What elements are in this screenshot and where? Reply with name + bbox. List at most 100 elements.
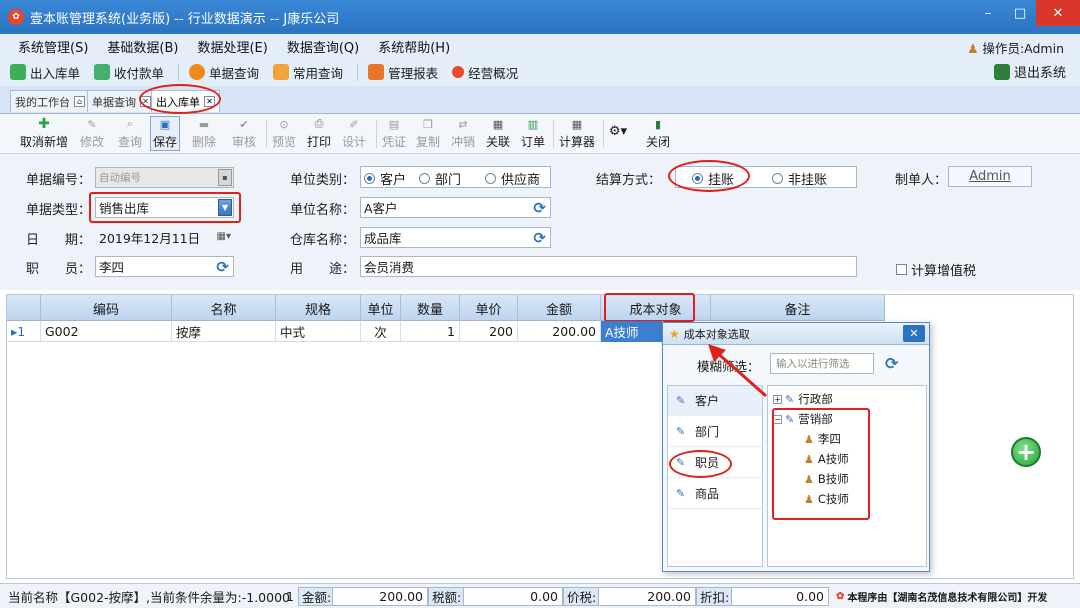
cell-code[interactable]: G002 <box>41 321 172 342</box>
minimize-button[interactable]: – <box>972 0 1004 26</box>
menu-system[interactable]: 系统管理(S) <box>18 37 88 56</box>
pen-icon: ✎ <box>676 424 686 438</box>
save-button[interactable]: ▣ 保存 <box>150 116 181 151</box>
unit-type-customer-radio[interactable]: 客户 <box>364 169 406 188</box>
edit-button[interactable]: ✎ 修改 <box>80 117 104 150</box>
pen-icon: ✎ <box>785 392 795 406</box>
quick-reports[interactable]: 管理报表 <box>368 63 438 82</box>
tax-value: 0.00 <box>463 587 563 606</box>
vat-checkbox[interactable]: 计算增值税 <box>896 260 976 279</box>
cell-name[interactable]: 按摩 <box>172 321 276 342</box>
highlight-doc-type-box <box>89 192 241 223</box>
refresh-icon[interactable]: ⟳ <box>216 259 229 275</box>
menu-bar: 系统管理(S) 基础数据(B) 数据处理(E) 数据查询(Q) 系统帮助(H) … <box>0 34 1080 58</box>
col-header-unit[interactable]: 单位 <box>361 295 401 321</box>
menu-data-process[interactable]: 数据处理(E) <box>197 37 267 56</box>
menu-data-query[interactable]: 数据查询(Q) <box>287 37 359 56</box>
category-goods[interactable]: ✎ 商品 <box>668 479 762 509</box>
status-bar: 当前名称【G002-按摩】,当前条件余量为:-1.0000 1 金额: 200.… <box>0 583 1080 608</box>
calculator-icon: ▦ <box>571 117 583 131</box>
order-button[interactable]: ▥ 订单 <box>521 117 545 150</box>
vendor-credit: ✿ 本程序由【湖南名茂信息技术有限公司】开发 <box>836 591 1048 604</box>
operator-label: ♟ 操作员:Admin <box>967 41 1064 56</box>
quick-common-query[interactable]: 常用查询 <box>273 63 343 82</box>
doc-toolbar: ✚ 取消新增 ✎ 修改 ⌕ 查询 ▣ 保存 ▬ 删除 ✔ 审核 ⊙ 预览 ⎙ 打印 ✐ 设计 ▤ 凭… <box>0 114 1080 154</box>
delete-button[interactable]: ▬ 删除 <box>192 117 216 150</box>
cell-unit[interactable]: 次 <box>361 321 401 342</box>
staff-input[interactable]: 李四 ⟳ <box>95 256 234 277</box>
maker-label: 制单人： <box>895 173 948 188</box>
quick-overview[interactable]: 经营概况 <box>452 63 518 82</box>
door-icon: ▮ <box>654 117 662 131</box>
maximize-button[interactable]: □ <box>1004 0 1036 26</box>
chart-icon <box>273 64 290 80</box>
voucher-button[interactable]: ▤ 凭证 <box>382 117 406 150</box>
cell-cost[interactable]: A技师 <box>601 321 663 342</box>
col-header-price[interactable]: 单价 <box>460 295 518 321</box>
col-header-note[interactable]: 备注 <box>711 295 885 321</box>
price-tax-value: 200.00 <box>598 587 696 606</box>
refresh-icon[interactable]: ⟳ <box>533 230 546 246</box>
calculator-button[interactable]: ▦ 计算器 <box>559 117 595 150</box>
cell-spec[interactable]: 中式 <box>276 321 361 342</box>
unit-type-dept-radio[interactable]: 部门 <box>419 169 461 188</box>
calendar-icon[interactable]: ▦▾ <box>217 231 231 242</box>
quick-doc-query[interactable]: 单据查询 <box>189 63 259 82</box>
close-window-button[interactable]: ✕ <box>1036 0 1080 26</box>
price-tax-label: 价税: <box>563 587 601 606</box>
query-button[interactable]: ⌕ 查询 <box>118 117 142 150</box>
design-button[interactable]: ✐ 设计 <box>342 117 366 150</box>
menu-basic-data[interactable]: 基础数据(B) <box>107 37 178 56</box>
reverse-button[interactable]: ⇄ 冲销 <box>451 117 475 150</box>
unit-name-input[interactable]: A客户 ⟳ <box>360 197 551 218</box>
menu-help[interactable]: 系统帮助(H) <box>378 37 450 56</box>
expand-icon[interactable]: + <box>773 394 782 404</box>
col-header-qty[interactable]: 数量 <box>401 295 460 321</box>
title-bar: ✿ 壹本账管理系统(业务版) -- 行业数据演示 -- J康乐公司 – □ ✕ <box>0 0 1080 34</box>
close-doc-button[interactable]: ▮ 关闭 <box>646 117 670 150</box>
settle-noncredit-radio[interactable]: 非挂账 <box>772 169 827 188</box>
link-button[interactable]: ▦ 关联 <box>486 117 510 150</box>
quick-toolbar: 出入库单 收付款单 单据查询 常用查询 管理报表 经营概况 退出系统 <box>0 58 1080 86</box>
category-list: ✎ 客户 ✎ 部门 ✎ 职员 ✎ 商品 <box>667 385 763 567</box>
date-picker[interactable]: 2019年12月11日 ▦▾ <box>95 227 234 248</box>
copy-button[interactable]: ❐ 复制 <box>416 117 440 150</box>
unit-type-supplier-radio[interactable]: 供应商 <box>485 169 540 188</box>
cell-qty[interactable]: 1 <box>401 321 460 342</box>
print-button[interactable]: ⎙ 打印 <box>307 117 331 150</box>
cell-price[interactable]: 200 <box>460 321 518 342</box>
annotation-arrow <box>708 344 767 398</box>
refresh-icon[interactable]: ⟳ <box>885 354 898 373</box>
exit-icon <box>993 63 1010 80</box>
col-header-amount[interactable]: 金额 <box>518 295 601 321</box>
status-current-item: 当前名称【G002-按摩】,当前条件余量为:-1.0000 <box>8 590 290 605</box>
highlight-settle-oval <box>668 160 750 192</box>
tree-node-admin-dept[interactable]: + ✎ 行政部 <box>773 391 833 407</box>
staff-tree: + ✎ 行政部 − ✎ 营销部 ♟ 李四 ♟ A技师 ♟ B技师 ♟ C技师 <box>767 385 927 567</box>
popup-close-button[interactable]: ✕ <box>903 325 925 342</box>
check-icon: ✔ <box>239 117 249 131</box>
add-row-button[interactable]: + <box>1011 437 1041 467</box>
doc-no-label: 单据编号： <box>26 173 92 188</box>
warehouse-input[interactable]: 成品库 ⟳ <box>360 227 551 248</box>
highlight-cost-header <box>604 293 695 322</box>
quick-payment-doc[interactable]: 收付款单 <box>94 63 164 82</box>
exit-system-button[interactable]: 退出系统 <box>993 62 1066 81</box>
discount-label: 折扣: <box>696 587 734 606</box>
filter-input[interactable]: 输入以进行筛选 <box>770 353 874 374</box>
refresh-icon[interactable]: ⟳ <box>533 200 546 216</box>
purpose-input[interactable]: 会员消费 <box>360 256 857 277</box>
col-header-spec[interactable]: 规格 <box>276 295 361 321</box>
cell-amount[interactable]: 200.00 <box>518 321 601 342</box>
col-header-code[interactable]: 编码 <box>41 295 172 321</box>
audit-button[interactable]: ✔ 审核 <box>232 117 256 150</box>
quick-stock-doc[interactable]: 出入库单 <box>10 63 80 82</box>
plus-icon: ✚ <box>38 116 50 132</box>
search-icon: ⌕ <box>126 117 134 130</box>
preview-button[interactable]: ⊙ 预览 <box>272 117 296 150</box>
settings-dropdown[interactable]: ⚙▾ <box>609 124 627 140</box>
col-header-name[interactable]: 名称 <box>172 295 276 321</box>
cancel-new-button[interactable]: ✚ 取消新增 <box>20 116 68 150</box>
tab-workbench[interactable]: 我的工作台 ⌂ <box>10 90 90 112</box>
category-department[interactable]: ✎ 部门 <box>668 417 762 447</box>
